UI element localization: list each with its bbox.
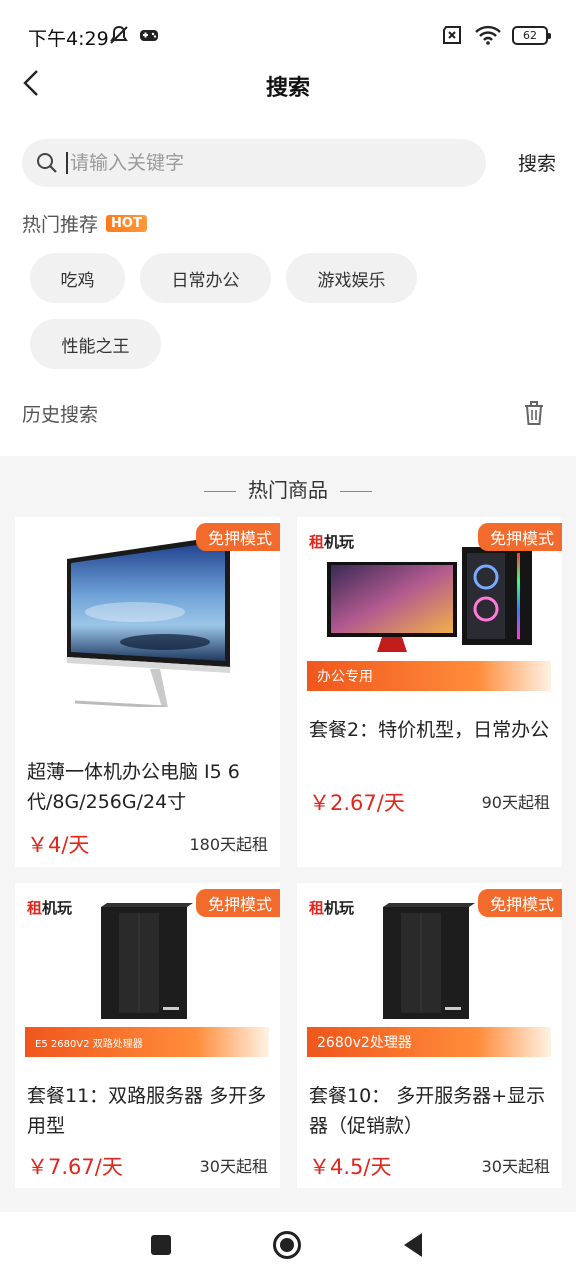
product-card[interactable]: 免押模式 超薄一体机办公电脑 I5 6代/8G/256G/24寸 ￥4/天 18… <box>15 517 280 867</box>
product-price: ￥4/天 <box>27 833 90 857</box>
product-strip: E5 2680V2 双路处理器 <box>25 1027 269 1057</box>
product-card[interactable]: 租机玩 免押模式 E5 2680V2 双路处理器 套餐11：双路服务器 多开多用… <box>15 883 280 1188</box>
divider <box>204 491 236 492</box>
sim-error-icon <box>443 26 461 44</box>
brand-logo: 租机玩 <box>309 533 355 551</box>
product-min-rent: 90天起租 <box>481 793 550 812</box>
product-min-rent: 180天起租 <box>189 835 268 854</box>
product-card[interactable]: 租机玩 免押模式 2680v2处理器 套餐10： 多开服务器+显示器（促销款） … <box>297 883 562 1188</box>
hot-tag[interactable]: 日常办公 <box>140 253 271 303</box>
search-box[interactable] <box>22 139 486 187</box>
hot-header: 热门推荐 HOT <box>22 210 147 237</box>
status-right-icons: 62 <box>440 24 551 46</box>
search-row: 搜索 <box>22 139 556 187</box>
product-price: ￥7.67/天 <box>27 1155 123 1179</box>
hot-tag[interactable]: 游戏娱乐 <box>286 253 417 303</box>
product-min-rent: 30天起租 <box>481 1157 550 1176</box>
hot-tag[interactable]: 性能之王 <box>30 319 161 369</box>
product-title: 套餐11：双路服务器 多开多用型 <box>27 1085 267 1137</box>
search-button[interactable]: 搜索 <box>518 149 556 176</box>
status-left-icons <box>108 24 160 46</box>
home-icon[interactable] <box>272 1230 302 1260</box>
product-title: 套餐10： 多开服务器+显示器（促销款） <box>309 1085 546 1137</box>
goods-header: 热门商品 <box>0 474 576 503</box>
history-row: 历史搜索 <box>22 400 546 430</box>
product-title: 超薄一体机办公电脑 I5 6代/8G/256G/24寸 <box>27 761 240 813</box>
hot-title: 热门推荐 <box>22 214 99 236</box>
divider <box>340 491 372 492</box>
history-title: 历史搜索 <box>22 404 99 426</box>
mute-bell-icon <box>110 25 128 44</box>
recent-apps-icon[interactable] <box>150 1234 172 1256</box>
goods-area: 热门商品 免押模式 超薄一体机办公电脑 I5 6代/8G/256G/24寸 ￥4… <box>0 456 576 1212</box>
search-input[interactable] <box>66 152 446 174</box>
deposit-free-badge: 免押模式 <box>195 523 280 551</box>
product-strip: 2680v2处理器 <box>307 1027 551 1057</box>
wifi-icon <box>475 25 501 45</box>
back-triangle-icon[interactable] <box>402 1232 424 1258</box>
hot-tag[interactable]: 吃鸡 <box>30 253 125 303</box>
product-strip: 办公专用 <box>307 661 551 691</box>
deposit-free-badge: 免押模式 <box>477 523 562 551</box>
deposit-free-badge: 免押模式 <box>195 889 280 917</box>
gamepad-icon <box>140 30 158 41</box>
system-nav-bar <box>0 1212 576 1280</box>
product-card[interactable]: 租机玩 免押模式 办公专用 套餐2：特价机型，日常办公 ￥2.67/天 90天起… <box>297 517 562 867</box>
nav-bar: 搜索 <box>0 60 576 110</box>
deposit-free-badge: 免押模式 <box>477 889 562 917</box>
product-title: 套餐2：特价机型，日常办公 <box>309 719 550 741</box>
brand-logo: 租机玩 <box>309 899 355 917</box>
hot-badge: HOT <box>106 215 147 232</box>
battery-indicator: 62 <box>512 25 551 45</box>
product-price: ￥4.5/天 <box>309 1155 392 1179</box>
search-icon <box>37 153 57 173</box>
product-min-rent: 30天起租 <box>199 1157 268 1176</box>
page-title: 搜索 <box>265 76 310 101</box>
status-time: 下午4:29 <box>28 28 109 50</box>
product-price: ￥2.67/天 <box>309 791 405 815</box>
brand-logo: 租机玩 <box>27 899 73 917</box>
trash-icon[interactable] <box>522 400 546 426</box>
goods-header-title: 热门商品 <box>248 478 328 502</box>
